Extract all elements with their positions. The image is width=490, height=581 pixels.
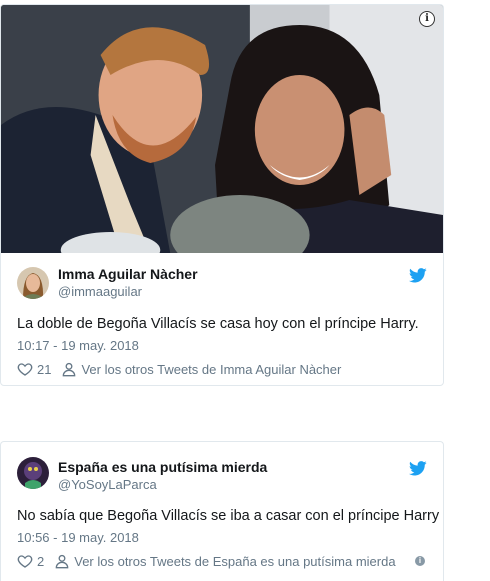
avatar[interactable] — [17, 267, 49, 299]
avatar-image — [17, 267, 49, 299]
twitter-bird-icon[interactable] — [409, 461, 427, 476]
like-count[interactable]: 2 — [37, 554, 44, 569]
heart-icon[interactable] — [17, 361, 33, 377]
author-name[interactable]: España es una putísima mierda — [58, 459, 267, 475]
more-tweets-link[interactable]: Ver los otros Tweets de España es una pu… — [74, 554, 395, 569]
info-icon[interactable]: i — [415, 556, 425, 566]
avatar[interactable] — [17, 457, 49, 489]
more-tweets-link[interactable]: Ver los otros Tweets de Imma Aguilar Nàc… — [81, 362, 341, 377]
person-icon — [63, 362, 76, 377]
tweet-photo[interactable]: i — [1, 5, 443, 253]
twitter-bird-icon[interactable] — [409, 268, 427, 283]
tweet-actions: 21 Ver los otros Tweets de Imma Aguilar … — [17, 360, 341, 378]
like-count[interactable]: 21 — [37, 362, 51, 377]
avatar-image — [17, 457, 49, 489]
tweet-text: La doble de Begoña Villacís se casa hoy … — [17, 316, 419, 332]
embedded-tweet-card-1: i Imma Aguilar Nàcher @immaaguilar La do… — [0, 4, 444, 386]
photo-couple-illustration — [1, 5, 443, 253]
tweet-actions: 2 Ver los otros Tweets de España es una … — [17, 552, 396, 570]
author-handle[interactable]: @YoSoyLaParca — [58, 477, 157, 492]
person-icon — [55, 554, 69, 569]
info-icon[interactable]: i — [419, 11, 435, 27]
embedded-tweet-card-2: España es una putísima mierda @YoSoyLaPa… — [0, 441, 444, 581]
author-handle[interactable]: @immaaguilar — [58, 284, 142, 299]
tweet-timestamp[interactable]: 10:17 - 19 may. 2018 — [17, 338, 139, 353]
tweet-text: No sabía que Begoña Villacís se iba a ca… — [17, 508, 440, 524]
tweet-timestamp[interactable]: 10:56 - 19 may. 2018 — [17, 530, 139, 545]
heart-icon[interactable] — [17, 553, 33, 569]
author-name[interactable]: Imma Aguilar Nàcher — [58, 266, 198, 282]
